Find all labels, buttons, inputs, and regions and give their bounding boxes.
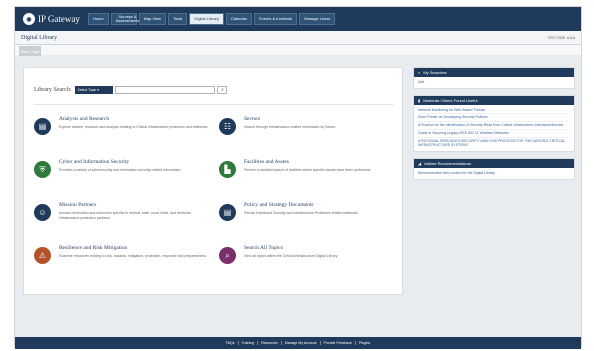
- brand-name: IP Gateway: [38, 14, 80, 24]
- topic-title[interactable]: Sectors: [244, 116, 394, 122]
- widget-title: My Searches: [423, 70, 447, 75]
- footer-resources[interactable]: Resources: [258, 341, 282, 345]
- nav-tools[interactable]: Tools: [168, 13, 188, 25]
- materials-widget: ▮ Materials Others Found Useful Network …: [413, 94, 575, 153]
- nav-events-incidents[interactable]: Events & Incidents: [254, 13, 298, 25]
- topic-sectors[interactable]: ☷ Sectors Search through infrastructure-…: [219, 116, 394, 154]
- nav-digital-library[interactable]: Digital Library: [189, 13, 224, 25]
- divider: [34, 104, 394, 105]
- topic-title[interactable]: Policy and Strategy Documents: [244, 202, 394, 208]
- page-title-bar: Digital Library TEXT SIZE: A A A: [15, 31, 581, 45]
- topic-title[interactable]: Search All Topics: [244, 245, 394, 251]
- topic-search-all[interactable]: ⌕ Search All Topics View all topics with…: [219, 245, 394, 283]
- footer-manage-account[interactable]: Manage My Account: [282, 341, 321, 345]
- add-search-link[interactable]: Add: [418, 79, 570, 86]
- topic-title[interactable]: Analysis and Research: [59, 116, 209, 122]
- page-title: Digital Library: [21, 34, 58, 41]
- document-icon: ▤: [34, 118, 51, 135]
- widget-header: ▮ Materials Others Found Useful: [414, 95, 574, 105]
- footer-feedback[interactable]: Provide Feedback: [321, 341, 356, 345]
- footer-faqs[interactable]: FAQs: [223, 341, 239, 345]
- topic-mission-partners[interactable]: ☺ Mission Partners Access information an…: [34, 202, 209, 240]
- footer: FAQs Training Resources Manage My Accoun…: [15, 337, 581, 349]
- shield-icon: ⛨: [34, 161, 51, 178]
- search-icon[interactable]: ⌕: [217, 86, 228, 94]
- widget-title: Artifact Recommendations: [424, 161, 471, 167]
- nav-home[interactable]: Home: [87, 13, 109, 25]
- library-search: Library Search: Select Topic ▾ ⌕: [34, 86, 228, 94]
- widget-header: ⌕ My Searches: [414, 68, 574, 77]
- search-input[interactable]: [115, 86, 216, 94]
- material-link[interactable]: Guide to Securing Legacy IEEE 802.11 Wir…: [418, 130, 570, 138]
- nav-surveys[interactable]: Surveys & Assessments: [110, 13, 139, 25]
- artifact-widget: ◢ Artifact Recommendations Recommended n…: [413, 158, 575, 180]
- nav-manage-users[interactable]: Manage Users: [299, 13, 336, 25]
- material-link[interactable]: Network Monitoring for Web-Based Threats: [418, 107, 570, 115]
- topic-analysis-research[interactable]: ▤ Analysis and Research Explore articles…: [34, 116, 209, 154]
- sectors-icon: ☷: [219, 118, 236, 135]
- app-window: ◉ IP Gateway Home Surveys & Assessments …: [14, 6, 582, 349]
- topic-description: Search through infrastructure-related in…: [244, 125, 337, 129]
- footer-training[interactable]: Training: [239, 341, 259, 345]
- topic-description: Perform a detailed search of facilities …: [244, 168, 371, 172]
- topic-description: Explore articles, research and analysis …: [59, 125, 209, 129]
- top-navigation-bar: ◉ IP Gateway Home Surveys & Assessments …: [15, 7, 581, 31]
- footer-plugins[interactable]: Plugins: [356, 341, 373, 345]
- warning-icon: ⚠: [34, 247, 51, 264]
- building-icon: ▙: [219, 161, 236, 178]
- tab-main-page[interactable]: Main Page: [19, 46, 41, 56]
- topic-description: View all topics within the Critical Infr…: [244, 254, 339, 258]
- topic-title[interactable]: Cyber and Information Security: [59, 159, 209, 165]
- topic-description: Provides a variety of cybersecurity and …: [59, 168, 182, 172]
- topic-description: Examine resources relating to risk, haza…: [59, 254, 207, 258]
- nav-map-view[interactable]: Map View: [138, 13, 167, 25]
- brand-logo[interactable]: ◉ IP Gateway: [23, 13, 80, 25]
- pin-icon: ◢: [418, 161, 422, 167]
- sub-tab-bar: Main Page: [15, 45, 581, 56]
- search-icon: ⌕: [219, 247, 236, 264]
- bookmark-icon: ▮: [418, 97, 421, 103]
- topic-description: Peruse Homeland Security and Infrastruct…: [244, 211, 359, 215]
- topic-facilities-assets[interactable]: ▙ Facilities and Assets Perform a detail…: [219, 159, 394, 197]
- material-link[interactable]: A REGIONAL RESILIENCE/SECURITY ANALYSIS …: [418, 138, 570, 149]
- topic-resilience-risk[interactable]: ⚠ Resilience and Risk Mitigation Examine…: [34, 245, 209, 283]
- document-icon: ▤: [219, 204, 236, 221]
- topic-title[interactable]: Facilities and Assets: [244, 159, 394, 165]
- people-icon: ☺: [34, 204, 51, 221]
- material-link[interactable]: A Process for the Identification of Secu…: [418, 122, 570, 130]
- right-sidebar: ⌕ My Searches Add ▮ Materials Others Fou…: [413, 67, 575, 186]
- main-nav: Home Surveys & Assessments Map View Tool…: [87, 7, 337, 31]
- topic-title[interactable]: Resilience and Risk Mitigation: [59, 245, 209, 251]
- topic-title[interactable]: Mission Partners: [59, 202, 209, 208]
- topic-policy-strategy[interactable]: ▤ Policy and Strategy Documents Peruse H…: [219, 202, 394, 240]
- widget-title: Materials Others Found Useful: [423, 97, 478, 103]
- search-icon: ⌕: [418, 70, 421, 75]
- my-searches-widget: ⌕ My Searches Add: [413, 67, 575, 89]
- nav-calendar[interactable]: Calendar: [225, 13, 253, 25]
- material-link[interactable]: Short Primer on Developing Security Poli…: [418, 114, 570, 123]
- widget-header: ◢ Artifact Recommendations: [414, 159, 574, 169]
- artifact-link[interactable]: Recommended new content for the Digital …: [418, 170, 570, 177]
- topic-select-button[interactable]: Select Topic ▾: [75, 86, 114, 94]
- library-main-panel: Library Search: Select Topic ▾ ⌕ ▤ Analy…: [23, 67, 403, 295]
- search-label: Library Search:: [34, 87, 72, 93]
- text-size-control[interactable]: TEXT SIZE: A A A: [547, 36, 575, 40]
- seal-icon: ◉: [23, 13, 35, 25]
- topic-description: Access information and resources specifi…: [59, 211, 191, 220]
- topic-cyber-security[interactable]: ⛨ Cyber and Information Security Provide…: [34, 159, 209, 197]
